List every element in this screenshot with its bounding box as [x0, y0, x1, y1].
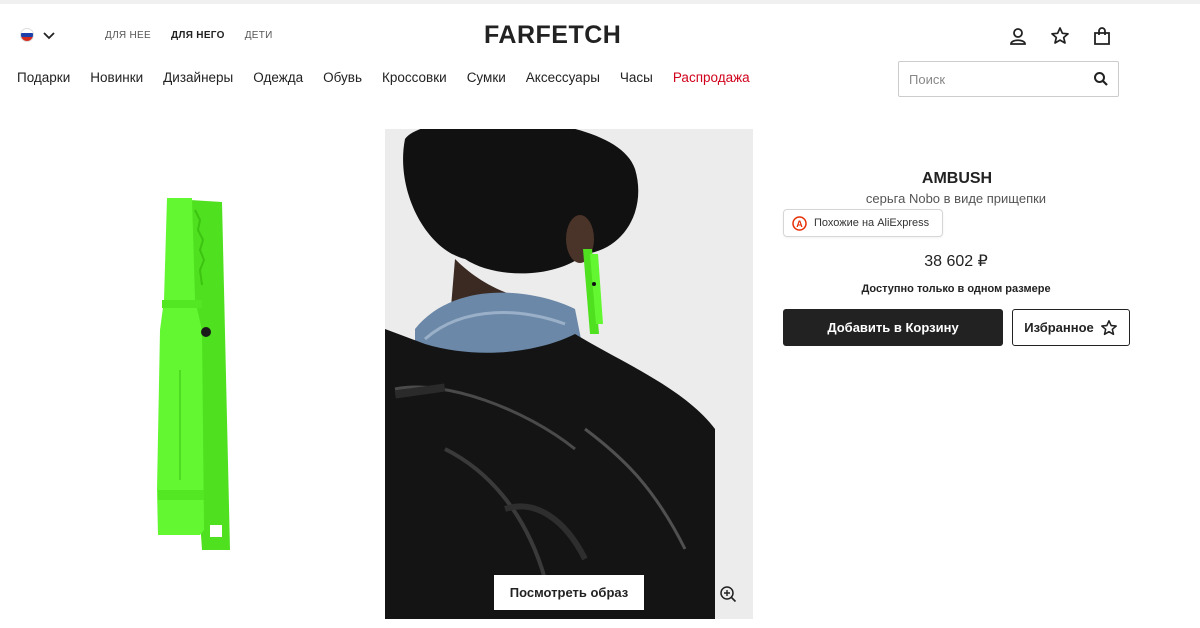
farfetch-logo[interactable]: FARFETCH	[484, 21, 621, 50]
wishlist-label: Избранное	[1024, 320, 1094, 335]
nav-sale[interactable]: Распродажа	[673, 70, 750, 85]
availability-note: Доступно только в одном размере	[861, 283, 1051, 295]
nav-gifts[interactable]: Подарки	[17, 70, 70, 85]
add-to-wishlist-button[interactable]: Избранное	[1012, 309, 1130, 346]
tab-for-her[interactable]: ДЛЯ НЕЕ	[105, 30, 151, 41]
nav-sneakers[interactable]: Кроссовки	[382, 70, 447, 85]
tab-kids[interactable]: ДЕТИ	[245, 30, 273, 41]
product-thumbnail[interactable]	[140, 190, 250, 560]
gender-tabs: ДЛЯ НЕЕ ДЛЯ НЕГО ДЕТИ	[105, 30, 273, 41]
country-selector[interactable]	[20, 28, 56, 42]
nav-watches[interactable]: Часы	[620, 70, 653, 85]
chevron-down-icon	[43, 32, 55, 40]
nav-new-in[interactable]: Новинки	[90, 70, 143, 85]
svg-text:A: A	[796, 219, 803, 229]
price: 38 602 ₽	[924, 253, 988, 270]
zoom-in-icon[interactable]	[719, 585, 737, 603]
search-box	[898, 61, 1119, 97]
search-input[interactable]	[899, 62, 1093, 96]
russia-flag-icon	[20, 28, 34, 42]
clothespin-image	[157, 198, 230, 550]
account-icon[interactable]	[1008, 26, 1028, 46]
view-look-button[interactable]: Посмотреть образ	[494, 575, 644, 610]
header-icons	[1008, 26, 1112, 46]
nav-clothing[interactable]: Одежда	[253, 70, 303, 85]
shopping-bag-icon[interactable]	[1092, 26, 1112, 46]
nav-accessories[interactable]: Аксессуары	[526, 70, 600, 85]
brand-name[interactable]: AMBUSH	[857, 170, 1057, 188]
add-to-cart-button[interactable]: Добавить в Корзину	[783, 309, 1003, 346]
tab-for-him[interactable]: ДЛЯ НЕГО	[171, 30, 225, 41]
nav-shoes[interactable]: Обувь	[323, 70, 362, 85]
model-photo	[385, 129, 753, 619]
main-nav: Подарки Новинки Дизайнеры Одежда Обувь К…	[17, 70, 750, 85]
nav-bags[interactable]: Сумки	[467, 70, 506, 85]
product-name: серьга Nobo в виде прищепки	[865, 191, 1047, 206]
aliexpress-similar-button[interactable]: A Похожие на AliExpress	[783, 209, 943, 237]
main-product-image[interactable]: Посмотреть образ	[385, 129, 753, 619]
search-icon[interactable]	[1093, 71, 1109, 87]
star-icon	[1100, 319, 1117, 335]
wishlist-star-icon[interactable]	[1050, 26, 1070, 46]
aliexpress-icon: A	[792, 215, 807, 231]
aliexpress-label: Похожие на AliExpress	[814, 217, 930, 229]
nav-designers[interactable]: Дизайнеры	[163, 70, 233, 85]
top-strip	[0, 0, 1200, 4]
